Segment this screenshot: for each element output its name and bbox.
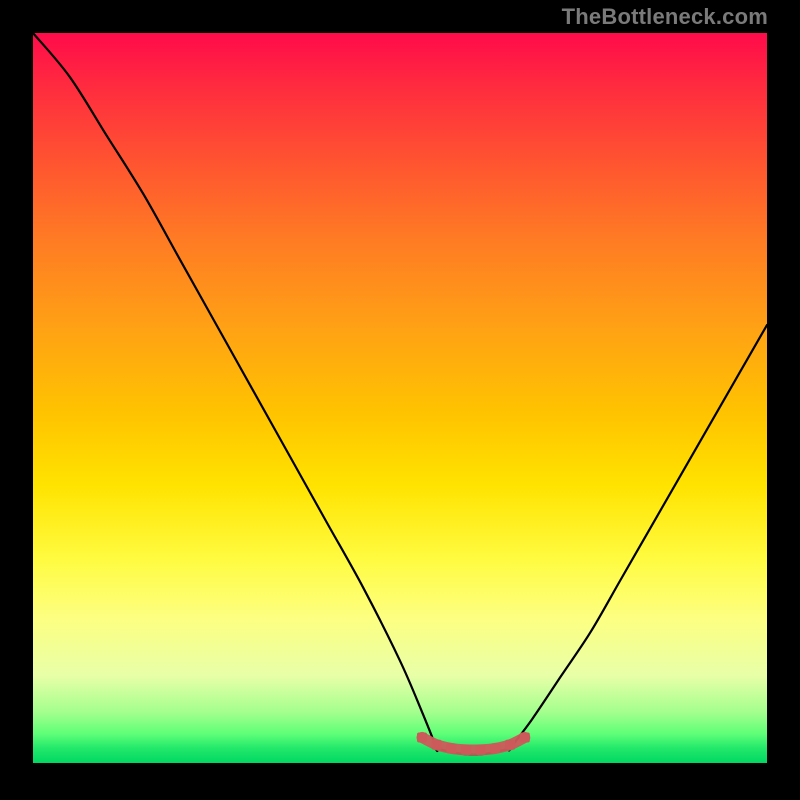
valley-marker-dot [446,743,456,753]
valley-marker-dot [461,745,471,755]
valley-marker-dot [476,745,486,755]
curve-path [33,33,767,755]
chart-frame: TheBottleneck.com [0,0,800,800]
valley-marker-dot [490,743,500,753]
valley-marker-dot [505,740,515,750]
valley-marker-dot [520,733,530,743]
valley-marker-dot [417,733,427,743]
watermark-text: TheBottleneck.com [562,4,768,30]
curve-layer [33,33,767,755]
plot-svg [33,33,767,763]
valley-marker-dot [432,740,442,750]
valley-marker-layer [417,733,530,755]
plot-area [33,33,767,763]
